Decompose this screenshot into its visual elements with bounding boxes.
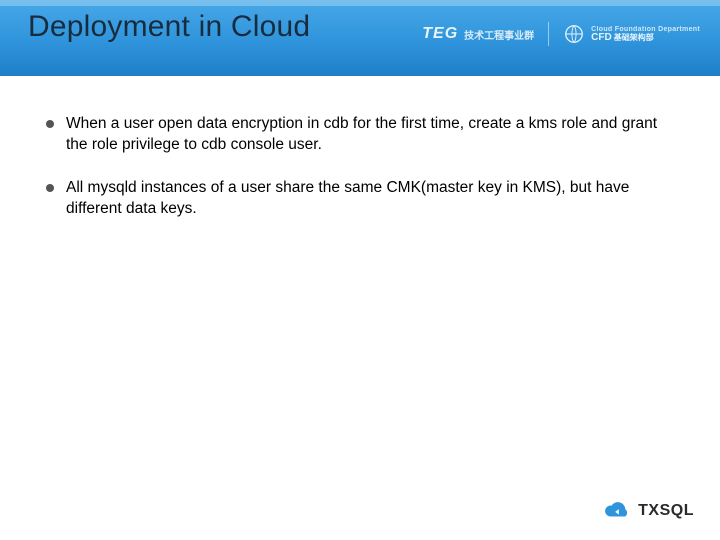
- slide-body: When a user open data encryption in cdb …: [0, 76, 720, 220]
- list-item: All mysqld instances of a user share the…: [44, 178, 676, 220]
- cloud-icon: [602, 500, 632, 522]
- slide-header: Deployment in Cloud TEG 技术工程事业群 Cloud Fo…: [0, 0, 720, 76]
- logo-divider: [548, 22, 549, 46]
- cfd-main-label: CFD 基础架构部: [591, 33, 700, 43]
- slide-title: Deployment in Cloud: [28, 10, 310, 44]
- cfd-small-label: Cloud Foundation Department: [591, 26, 700, 33]
- teg-mark: TEG: [422, 25, 458, 43]
- slide: Deployment in Cloud TEG 技术工程事业群 Cloud Fo…: [0, 0, 720, 540]
- bullet-list: When a user open data encryption in cdb …: [44, 114, 676, 220]
- footer-product-name: TXSQL: [638, 502, 694, 520]
- list-item: When a user open data encryption in cdb …: [44, 114, 676, 156]
- cfd-abbrev: CFD: [591, 33, 612, 43]
- cfd-cn: 基础架构部: [614, 34, 654, 42]
- footer-logo: TXSQL: [602, 500, 694, 522]
- cfd-text: Cloud Foundation Department CFD 基础架构部: [591, 26, 700, 43]
- teg-subtext: 技术工程事业群: [464, 27, 534, 42]
- cfd-logo: Cloud Foundation Department CFD 基础架构部: [563, 23, 700, 45]
- teg-logo: TEG 技术工程事业群: [422, 25, 534, 43]
- header-logos: TEG 技术工程事业群 Cloud Foundation Department …: [422, 22, 700, 46]
- gear-globe-icon: [563, 23, 585, 45]
